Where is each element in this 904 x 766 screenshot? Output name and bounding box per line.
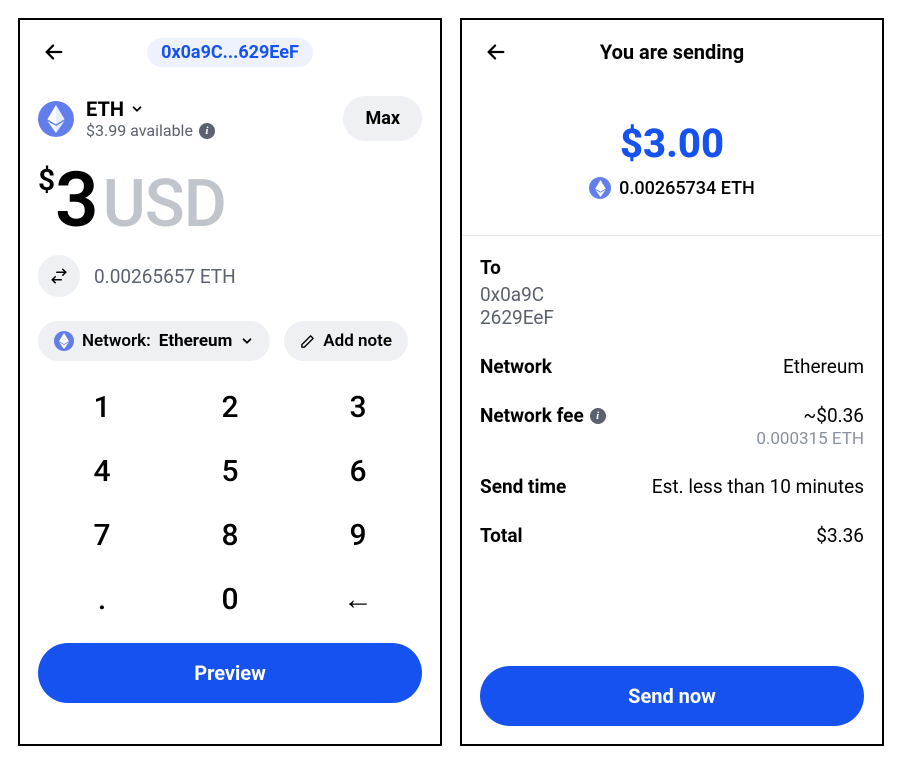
- total-label: Total: [480, 524, 523, 547]
- sendtime-value: Est. less than 10 minutes: [652, 475, 864, 498]
- fee-label: Network fee: [480, 404, 584, 427]
- conversion-row: 0.00265657 ETH: [38, 255, 422, 297]
- amount-value: 3: [55, 155, 96, 245]
- details-list: To 0x0a9C 2629EeF Network Ethereum Netwo…: [480, 256, 864, 547]
- fee-usd: ~$0.36: [756, 404, 864, 427]
- keypad: 1 2 3 4 5 6 7 8 9 . 0 ←: [38, 375, 422, 631]
- fee-row: Network fee i ~$0.36 0.000315 ETH: [480, 404, 864, 449]
- network-chip-value: Ethereum: [159, 331, 233, 351]
- asset-symbol: ETH: [86, 97, 124, 121]
- key-9[interactable]: 9: [294, 518, 422, 553]
- available-balance: $3.99 available: [86, 121, 193, 140]
- chip-row: Network: Ethereum Add note: [38, 321, 422, 361]
- key-4[interactable]: 4: [38, 454, 166, 489]
- send-confirm-screen: You are sending $3.00 0.00265734 ETH To …: [460, 18, 884, 746]
- network-chip-prefix: Network:: [82, 331, 151, 351]
- network-value: Ethereum: [783, 355, 864, 378]
- chevron-down-icon: [240, 334, 254, 348]
- arrow-left-icon: [43, 41, 65, 63]
- preview-button[interactable]: Preview: [38, 643, 422, 703]
- pencil-icon: [300, 334, 315, 349]
- to-label: To: [480, 256, 554, 279]
- page-title: You are sending: [600, 40, 744, 64]
- key-8[interactable]: 8: [166, 518, 294, 553]
- info-icon[interactable]: i: [590, 408, 606, 424]
- key-dot[interactable]: .: [38, 582, 166, 617]
- arrow-left-icon: [485, 41, 507, 63]
- back-button[interactable]: [480, 36, 512, 68]
- key-6[interactable]: 6: [294, 454, 422, 489]
- send-amount-crypto: 0.00265734 ETH: [619, 178, 755, 199]
- key-3[interactable]: 3: [294, 390, 422, 425]
- swap-icon: [50, 267, 68, 285]
- network-chip[interactable]: Network: Ethereum: [38, 321, 270, 361]
- info-icon[interactable]: i: [199, 123, 215, 139]
- send-now-button[interactable]: Send now: [480, 666, 864, 726]
- asset-selector-row: ETH $3.99 available i Max: [38, 96, 422, 141]
- to-row: To 0x0a9C 2629EeF: [480, 256, 864, 329]
- add-note-chip[interactable]: Add note: [284, 321, 408, 361]
- available-row: $3.99 available i: [86, 121, 215, 140]
- chevron-down-icon: [130, 102, 144, 116]
- asset-picker[interactable]: ETH: [86, 97, 215, 121]
- total-row: Total $3.36: [480, 524, 864, 547]
- recipient-address-pill[interactable]: 0x0a9C...629EeF: [147, 38, 313, 67]
- max-button[interactable]: Max: [343, 96, 422, 141]
- total-value: $3.36: [816, 524, 864, 547]
- key-7[interactable]: 7: [38, 518, 166, 553]
- key-0[interactable]: 0: [166, 582, 294, 617]
- converted-amount: 0.00265657 ETH: [94, 265, 236, 288]
- key-1[interactable]: 1: [38, 390, 166, 425]
- swap-currency-button[interactable]: [38, 255, 80, 297]
- currency-symbol: $: [38, 163, 55, 198]
- sendtime-label: Send time: [480, 475, 566, 498]
- fee-crypto: 0.000315 ETH: [756, 429, 864, 449]
- network-label: Network: [480, 355, 552, 378]
- currency-label: USD: [103, 166, 226, 243]
- key-2[interactable]: 2: [166, 390, 294, 425]
- network-row: Network Ethereum: [480, 355, 864, 378]
- back-button[interactable]: [38, 36, 70, 68]
- send-amount-usd: $3.00: [620, 120, 724, 167]
- eth-icon: [38, 101, 74, 137]
- key-backspace[interactable]: ←: [294, 582, 422, 617]
- header: 0x0a9C...629EeF: [38, 36, 422, 68]
- key-5[interactable]: 5: [166, 454, 294, 489]
- header: You are sending: [480, 36, 864, 68]
- asset-info: ETH $3.99 available i: [86, 97, 215, 140]
- to-address-line1: 0x0a9C: [480, 283, 554, 306]
- add-note-label: Add note: [323, 331, 392, 351]
- send-entry-screen: 0x0a9C...629EeF ETH $3.99 available i Ma…: [18, 18, 442, 746]
- sendtime-row: Send time Est. less than 10 minutes: [480, 475, 864, 498]
- send-amount-block: $3.00 0.00265734 ETH: [480, 120, 864, 199]
- divider: [462, 235, 882, 236]
- eth-mini-icon: [589, 177, 611, 199]
- eth-mini-icon: [54, 331, 74, 351]
- to-address-line2: 2629EeF: [480, 306, 554, 329]
- send-amount-crypto-row: 0.00265734 ETH: [589, 177, 755, 199]
- amount-display: $ 3 USD: [38, 155, 422, 245]
